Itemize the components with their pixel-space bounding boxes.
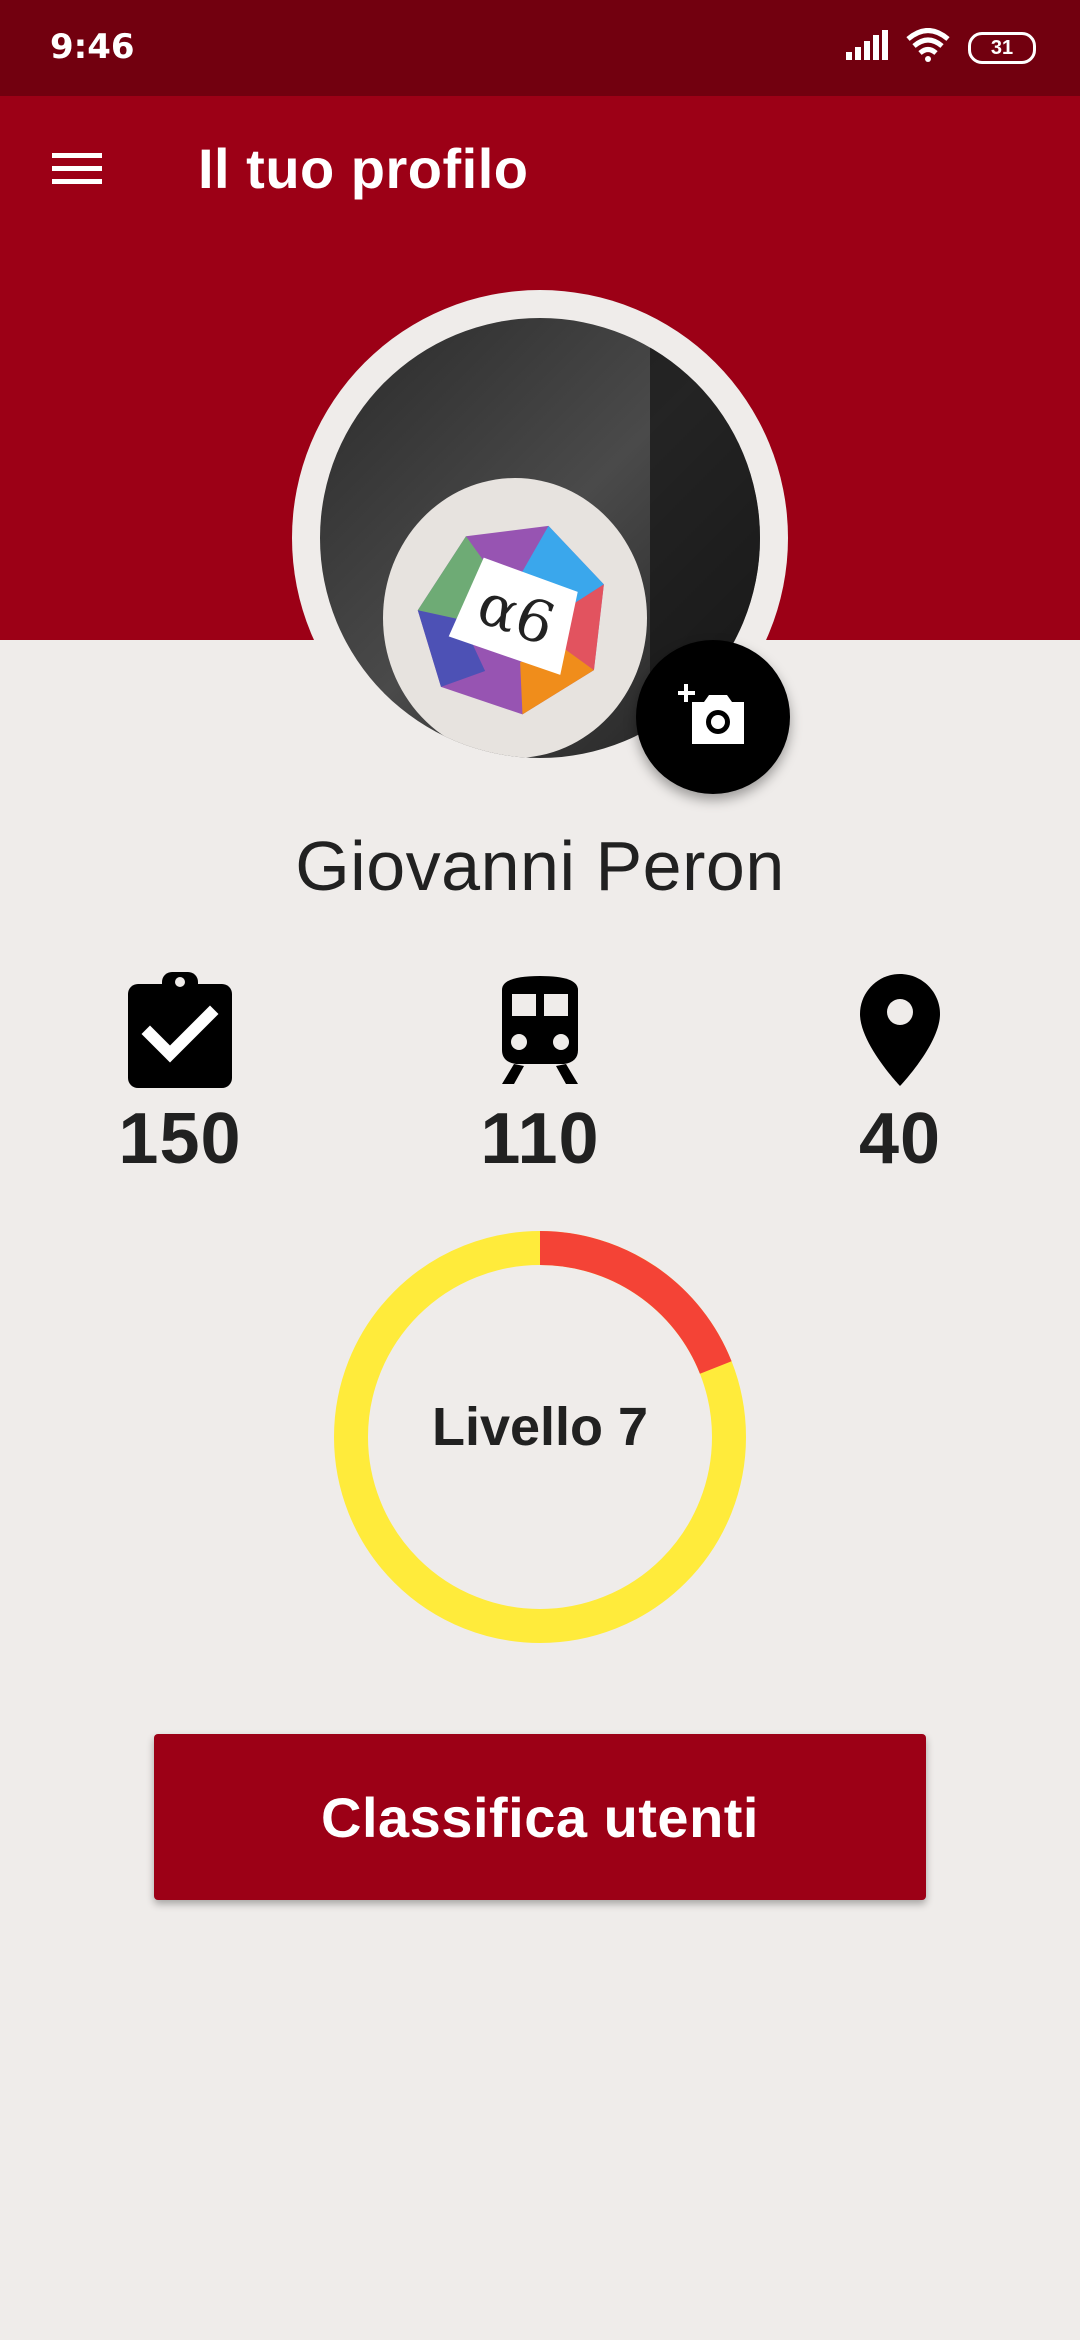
status-time: 9:46 [50, 27, 135, 67]
add-photo-button[interactable] [636, 640, 790, 794]
menu-button[interactable] [40, 142, 114, 200]
page-title: Il tuo profilo [198, 137, 529, 200]
menu-icon [50, 149, 104, 194]
stat-places: 40 [760, 970, 1040, 1180]
leaderboard-button[interactable]: Classifica utenti [154, 1734, 926, 1900]
train-icon [400, 970, 680, 1090]
stat-trains: 110 [400, 970, 680, 1180]
battery-icon: 31 [968, 31, 1036, 64]
wifi-icon [906, 28, 950, 67]
add-photo-icon [677, 683, 748, 751]
clipboard-check-icon [40, 970, 320, 1090]
stat-value: 40 [858, 1099, 942, 1179]
signal-icon [846, 30, 888, 65]
status-bar: 9:46 31 [0, 0, 1080, 96]
stat-tasks: 150 [40, 970, 320, 1180]
stat-value: 150 [118, 1099, 242, 1179]
user-name: Giovanni Peron [295, 827, 785, 905]
stat-value: 110 [480, 1099, 600, 1179]
location-pin-icon [760, 970, 1040, 1090]
level-label: Livello 7 [431, 1397, 649, 1457]
status-icons: 31 [846, 28, 1036, 67]
